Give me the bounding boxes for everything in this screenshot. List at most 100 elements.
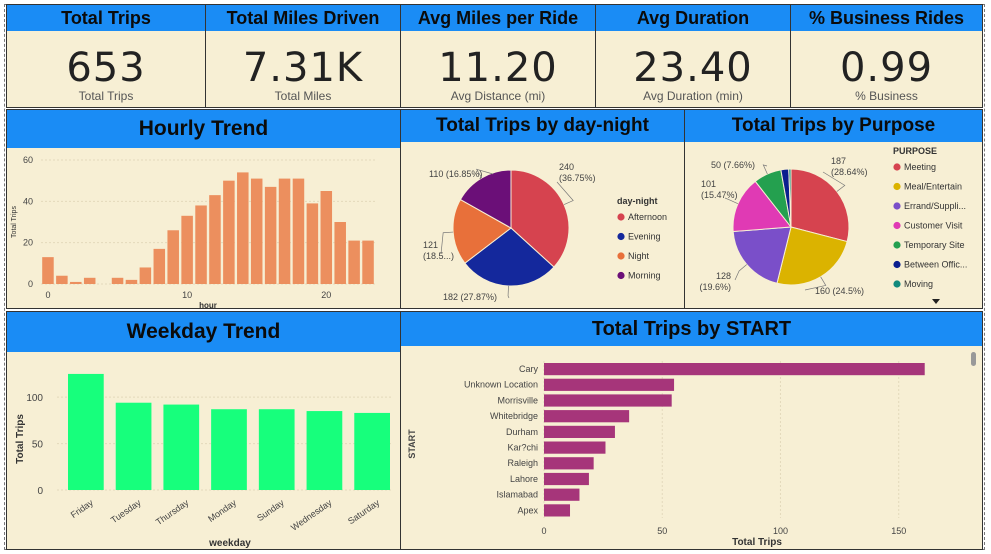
chart-title: Total Trips by START [401, 312, 982, 346]
hourly-bar [320, 191, 333, 284]
scrollbar[interactable] [971, 352, 976, 366]
slice-data-label: 50 (7.66%) [711, 160, 755, 170]
y-tick-label: Cary [519, 364, 539, 374]
hourly-bar [167, 230, 179, 284]
start-bar [544, 441, 606, 454]
x-tick-label: Saturday [346, 497, 382, 526]
chart-title: Weekday Trend [7, 312, 400, 352]
y-tick-label: Raleigh [507, 458, 538, 468]
y-tick-label: Unknown Location [464, 380, 538, 390]
hourly-bar [111, 277, 124, 284]
weekday-bar [258, 409, 295, 490]
weekday-bar [306, 411, 343, 490]
y-tick-label: 0 [37, 486, 43, 497]
hourly-bar [56, 275, 68, 284]
legend-item: Temporary Site [904, 240, 965, 250]
kpi-title: Avg Duration [596, 5, 790, 31]
y-tick-label: 0 [28, 279, 33, 289]
kpi-value: 23.40 [633, 45, 753, 91]
slice-data-label: (15.47%) [701, 190, 738, 200]
slice-data-label: 110 (16.85%) [429, 169, 482, 179]
x-axis-label: weekday [208, 538, 251, 549]
daynight-chart: 240(36.75%) 182 (27.87%) 121(18.5...) 110 (… [423, 162, 667, 302]
legend-swatch [893, 280, 901, 288]
hourly-bar [278, 178, 291, 284]
kpi-label: % Business [855, 89, 918, 103]
kpi-card-total-trips[interactable]: Total Trips 653 Total Trips [6, 4, 206, 108]
hourly-bar [195, 205, 207, 284]
purpose-chart: 187(28.64%) 160 (24.5%) 128(19.6%) 101(15.4… [699, 146, 967, 304]
legend-item: Moving [904, 279, 933, 289]
hourly-bar [306, 203, 319, 284]
x-tick-label: 0 [541, 526, 546, 536]
hourly-bar [70, 281, 82, 284]
hourly-bar [125, 279, 138, 284]
legend-swatch [893, 241, 901, 249]
start-panel[interactable]: Total Trips by START 0 50 100 150 Cary Unknow… [400, 311, 983, 550]
legend-swatch [617, 232, 625, 241]
kpi-label: Avg Distance (mi) [450, 89, 546, 103]
kpi-title: Total Miles Driven [206, 5, 400, 31]
kpi-card-avg-duration[interactable]: Avg Duration 23.40 Avg Duration (min) [595, 4, 791, 108]
x-tick-label: Thursday [154, 497, 191, 527]
y-tick-label: Whitebridge [490, 411, 538, 421]
kpi-label: Total Trips [78, 89, 134, 103]
weekday-bar [68, 373, 104, 490]
hourly-bar [153, 248, 166, 284]
weekday-bar [211, 409, 247, 490]
kpi-title: Avg Miles per Ride [401, 5, 595, 31]
legend-swatch [893, 260, 901, 269]
weekday-trend-panel[interactable]: Weekday Trend 0 50 100 Friday Tuesday Thursda… [6, 311, 401, 550]
legend-item: Meal/Entertain [904, 182, 962, 192]
x-tick-label: 10 [182, 290, 192, 300]
slice-data-label: (19.6%) [699, 282, 731, 292]
kpi-value: 653 [66, 45, 146, 91]
legend-title: PURPOSE [893, 146, 937, 156]
x-tick-label: Tuesday [109, 497, 143, 525]
x-tick-label: Sunday [255, 497, 286, 523]
legend-swatch [893, 221, 901, 230]
slice-data-label: 160 (24.5%) [815, 286, 864, 296]
y-tick-label: Kar?chi [507, 443, 538, 453]
kpi-value: 11.20 [438, 45, 558, 91]
legend-swatch [617, 252, 625, 260]
hourly-bar [362, 240, 374, 284]
kpi-card-business-rides[interactable]: % Business Rides 0.99 % Business [790, 4, 983, 108]
x-tick-label: Monday [206, 497, 238, 524]
purpose-panel[interactable]: Total Trips by Purpose 187 (28.64%) 160 (2… [684, 109, 983, 309]
daynight-panel[interactable]: Total Trips by day-night 240 (36.75%) 182 … [400, 109, 685, 309]
kpi-value: 0.99 [839, 45, 934, 91]
legend-swatch [893, 202, 901, 210]
kpi-card-avg-miles[interactable]: Avg Miles per Ride 11.20 Avg Distance (m… [400, 4, 596, 108]
hourly-trend-panel[interactable]: Hourly Trend 0 20 40 60 0 10 20 hour Total Trips [6, 109, 401, 309]
y-axis-label: Total Trips [15, 414, 26, 464]
legend-swatch [893, 163, 901, 171]
kpi-label: Total Miles [274, 89, 332, 103]
legend-title: day-night [617, 196, 658, 206]
legend-item: Morning [628, 271, 661, 281]
y-tick-label: 60 [23, 155, 33, 165]
slice-data-label: 187 [831, 156, 846, 166]
hourly-bar [209, 195, 221, 284]
kpi-label: Avg Duration (min) [643, 89, 743, 103]
y-tick-label: 100 [26, 393, 43, 404]
x-axis-label: hour [199, 301, 217, 308]
weekday-chart: 0 50 100 Friday Tuesday Thursday Monday Sunday W… [15, 373, 391, 549]
legend-item: Meeting [904, 162, 936, 172]
weekday-bar [354, 412, 390, 490]
slice-data-label: (18.5...) [423, 251, 454, 261]
y-tick-label: 40 [23, 196, 33, 206]
start-bar [544, 457, 594, 470]
kpi-card-total-miles[interactable]: Total Miles Driven 7.31K Total Miles [205, 4, 401, 108]
hourly-bar [292, 178, 305, 284]
start-bar [544, 472, 589, 486]
y-tick-label: 20 [23, 238, 33, 248]
start-bar [544, 488, 580, 501]
slice-data-label: 182 (27.87%) [443, 292, 497, 302]
start-bar [544, 394, 672, 407]
x-tick-label: 50 [657, 526, 667, 536]
hourly-bar [250, 178, 263, 284]
y-tick-label: Islamabad [496, 490, 538, 500]
hourly-bar [223, 180, 235, 284]
hourly-bar [264, 186, 277, 284]
